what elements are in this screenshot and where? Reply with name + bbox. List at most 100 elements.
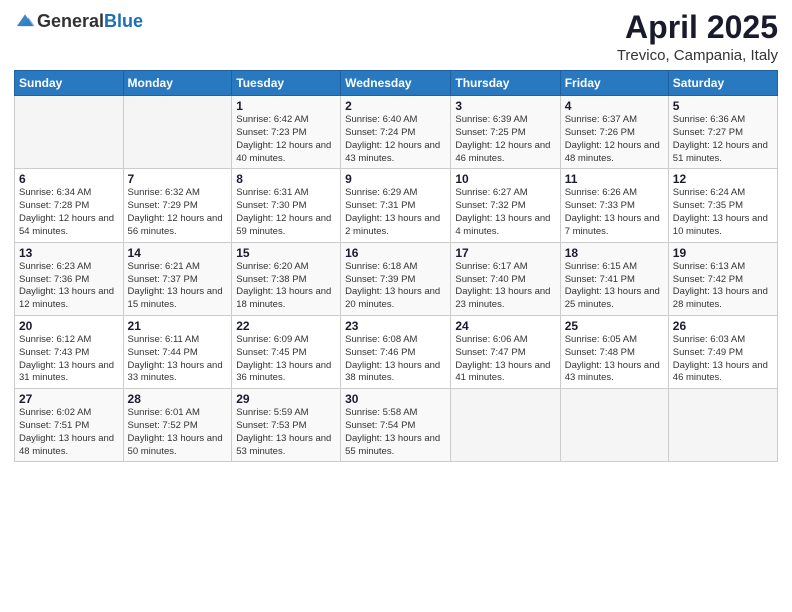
day-number: 13 (19, 246, 119, 260)
calendar-cell (15, 96, 124, 169)
day-number: 26 (673, 319, 773, 333)
day-detail: Sunrise: 6:32 AMSunset: 7:29 PMDaylight:… (128, 187, 228, 238)
calendar-week-row: 27Sunrise: 6:02 AMSunset: 7:51 PMDayligh… (15, 389, 778, 462)
calendar-cell: 30Sunrise: 5:58 AMSunset: 7:54 PMDayligh… (341, 389, 451, 462)
day-number: 28 (128, 392, 228, 406)
day-detail: Sunrise: 6:17 AMSunset: 7:40 PMDaylight:… (455, 261, 555, 312)
calendar-col-header: Tuesday (232, 71, 341, 96)
calendar-header-row: SundayMondayTuesdayWednesdayThursdayFrid… (15, 71, 778, 96)
calendar-cell: 16Sunrise: 6:18 AMSunset: 7:39 PMDayligh… (341, 242, 451, 315)
calendar-cell: 7Sunrise: 6:32 AMSunset: 7:29 PMDaylight… (123, 169, 232, 242)
calendar-week-row: 6Sunrise: 6:34 AMSunset: 7:28 PMDaylight… (15, 169, 778, 242)
logo-icon (14, 10, 36, 32)
calendar-week-row: 1Sunrise: 6:42 AMSunset: 7:23 PMDaylight… (15, 96, 778, 169)
day-detail: Sunrise: 6:03 AMSunset: 7:49 PMDaylight:… (673, 334, 773, 385)
calendar-week-row: 20Sunrise: 6:12 AMSunset: 7:43 PMDayligh… (15, 315, 778, 388)
day-number: 16 (345, 246, 446, 260)
calendar-col-header: Sunday (15, 71, 124, 96)
calendar-cell (451, 389, 560, 462)
calendar-cell (123, 96, 232, 169)
calendar-cell: 25Sunrise: 6:05 AMSunset: 7:48 PMDayligh… (560, 315, 668, 388)
day-number: 2 (345, 99, 446, 113)
day-detail: Sunrise: 6:26 AMSunset: 7:33 PMDaylight:… (565, 187, 664, 238)
day-detail: Sunrise: 6:40 AMSunset: 7:24 PMDaylight:… (345, 114, 446, 165)
day-number: 11 (565, 172, 664, 186)
day-detail: Sunrise: 6:23 AMSunset: 7:36 PMDaylight:… (19, 261, 119, 312)
calendar-cell: 28Sunrise: 6:01 AMSunset: 7:52 PMDayligh… (123, 389, 232, 462)
calendar-cell: 4Sunrise: 6:37 AMSunset: 7:26 PMDaylight… (560, 96, 668, 169)
calendar-cell: 1Sunrise: 6:42 AMSunset: 7:23 PMDaylight… (232, 96, 341, 169)
day-number: 17 (455, 246, 555, 260)
month-title: April 2025 (617, 10, 778, 45)
calendar-cell: 23Sunrise: 6:08 AMSunset: 7:46 PMDayligh… (341, 315, 451, 388)
day-number: 3 (455, 99, 555, 113)
calendar-cell: 19Sunrise: 6:13 AMSunset: 7:42 PMDayligh… (668, 242, 777, 315)
day-detail: Sunrise: 6:11 AMSunset: 7:44 PMDaylight:… (128, 334, 228, 385)
day-number: 21 (128, 319, 228, 333)
calendar-col-header: Monday (123, 71, 232, 96)
day-detail: Sunrise: 6:15 AMSunset: 7:41 PMDaylight:… (565, 261, 664, 312)
day-number: 6 (19, 172, 119, 186)
day-detail: Sunrise: 6:21 AMSunset: 7:37 PMDaylight:… (128, 261, 228, 312)
day-detail: Sunrise: 6:31 AMSunset: 7:30 PMDaylight:… (236, 187, 336, 238)
calendar-cell: 27Sunrise: 6:02 AMSunset: 7:51 PMDayligh… (15, 389, 124, 462)
day-detail: Sunrise: 6:01 AMSunset: 7:52 PMDaylight:… (128, 407, 228, 458)
day-number: 18 (565, 246, 664, 260)
calendar-cell: 13Sunrise: 6:23 AMSunset: 7:36 PMDayligh… (15, 242, 124, 315)
day-number: 5 (673, 99, 773, 113)
day-number: 12 (673, 172, 773, 186)
day-detail: Sunrise: 6:06 AMSunset: 7:47 PMDaylight:… (455, 334, 555, 385)
calendar-cell: 8Sunrise: 6:31 AMSunset: 7:30 PMDaylight… (232, 169, 341, 242)
calendar-cell: 20Sunrise: 6:12 AMSunset: 7:43 PMDayligh… (15, 315, 124, 388)
location-title: Trevico, Campania, Italy (617, 47, 778, 64)
day-detail: Sunrise: 6:36 AMSunset: 7:27 PMDaylight:… (673, 114, 773, 165)
day-detail: Sunrise: 6:18 AMSunset: 7:39 PMDaylight:… (345, 261, 446, 312)
day-number: 30 (345, 392, 446, 406)
calendar-cell (668, 389, 777, 462)
logo-text: GeneralBlue (37, 11, 143, 32)
calendar-cell (560, 389, 668, 462)
day-detail: Sunrise: 6:13 AMSunset: 7:42 PMDaylight:… (673, 261, 773, 312)
day-detail: Sunrise: 6:12 AMSunset: 7:43 PMDaylight:… (19, 334, 119, 385)
day-number: 14 (128, 246, 228, 260)
calendar-cell: 10Sunrise: 6:27 AMSunset: 7:32 PMDayligh… (451, 169, 560, 242)
calendar-cell: 14Sunrise: 6:21 AMSunset: 7:37 PMDayligh… (123, 242, 232, 315)
logo-blue: Blue (104, 11, 143, 31)
calendar-cell: 17Sunrise: 6:17 AMSunset: 7:40 PMDayligh… (451, 242, 560, 315)
day-number: 20 (19, 319, 119, 333)
calendar-week-row: 13Sunrise: 6:23 AMSunset: 7:36 PMDayligh… (15, 242, 778, 315)
calendar-col-header: Thursday (451, 71, 560, 96)
calendar-cell: 11Sunrise: 6:26 AMSunset: 7:33 PMDayligh… (560, 169, 668, 242)
calendar-cell: 9Sunrise: 6:29 AMSunset: 7:31 PMDaylight… (341, 169, 451, 242)
calendar-cell: 21Sunrise: 6:11 AMSunset: 7:44 PMDayligh… (123, 315, 232, 388)
day-number: 9 (345, 172, 446, 186)
logo-general: General (37, 11, 104, 31)
header: GeneralBlue April 2025 Trevico, Campania… (14, 10, 778, 64)
day-number: 22 (236, 319, 336, 333)
day-number: 15 (236, 246, 336, 260)
day-number: 23 (345, 319, 446, 333)
day-number: 29 (236, 392, 336, 406)
calendar-cell: 12Sunrise: 6:24 AMSunset: 7:35 PMDayligh… (668, 169, 777, 242)
title-block: April 2025 Trevico, Campania, Italy (617, 10, 778, 64)
calendar-cell: 3Sunrise: 6:39 AMSunset: 7:25 PMDaylight… (451, 96, 560, 169)
day-number: 10 (455, 172, 555, 186)
day-detail: Sunrise: 6:20 AMSunset: 7:38 PMDaylight:… (236, 261, 336, 312)
day-number: 7 (128, 172, 228, 186)
day-detail: Sunrise: 6:02 AMSunset: 7:51 PMDaylight:… (19, 407, 119, 458)
day-number: 27 (19, 392, 119, 406)
calendar-cell: 2Sunrise: 6:40 AMSunset: 7:24 PMDaylight… (341, 96, 451, 169)
day-detail: Sunrise: 5:59 AMSunset: 7:53 PMDaylight:… (236, 407, 336, 458)
day-number: 4 (565, 99, 664, 113)
day-detail: Sunrise: 6:24 AMSunset: 7:35 PMDaylight:… (673, 187, 773, 238)
day-detail: Sunrise: 6:05 AMSunset: 7:48 PMDaylight:… (565, 334, 664, 385)
day-detail: Sunrise: 6:42 AMSunset: 7:23 PMDaylight:… (236, 114, 336, 165)
calendar-cell: 22Sunrise: 6:09 AMSunset: 7:45 PMDayligh… (232, 315, 341, 388)
day-detail: Sunrise: 6:08 AMSunset: 7:46 PMDaylight:… (345, 334, 446, 385)
calendar-table: SundayMondayTuesdayWednesdayThursdayFrid… (14, 70, 778, 462)
day-number: 24 (455, 319, 555, 333)
day-detail: Sunrise: 6:39 AMSunset: 7:25 PMDaylight:… (455, 114, 555, 165)
day-detail: Sunrise: 5:58 AMSunset: 7:54 PMDaylight:… (345, 407, 446, 458)
calendar-cell: 18Sunrise: 6:15 AMSunset: 7:41 PMDayligh… (560, 242, 668, 315)
logo: GeneralBlue (14, 10, 143, 32)
